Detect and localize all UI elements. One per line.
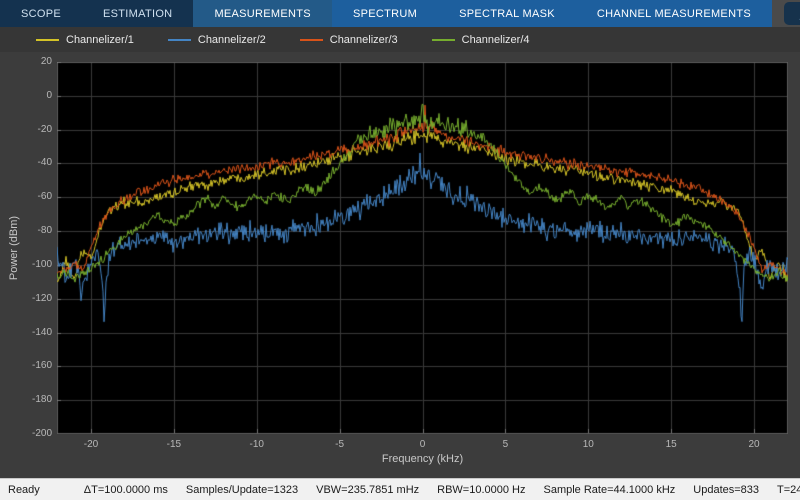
plot-axes[interactable]	[57, 62, 788, 434]
legend-swatch	[36, 39, 59, 41]
x-tick-label: -10	[237, 439, 277, 451]
legend-label: Channelizer/1	[66, 34, 134, 46]
x-tick-label: 0	[403, 439, 443, 451]
legend-bar: Channelizer/1 Channelizer/2 Channelizer/3 C…	[0, 27, 800, 52]
plot-region: Power (dBm) 200-20-40-60-80-100-120-140-…	[0, 52, 800, 478]
legend-label: Channelizer/3	[330, 34, 398, 46]
status-item: Sample Rate=44.1000 kHz	[544, 484, 676, 496]
status-item: Samples/Update=1323	[186, 484, 298, 496]
y-tick-label: -180	[0, 394, 52, 406]
status-bar: Ready ΔT=100.0000 ms Samples/Update=1323 VB…	[0, 478, 800, 500]
y-tick-label: -40	[0, 157, 52, 169]
tab-group: SCOPEESTIMATIONMEASUREMENTSSPECTRUMSPECT…	[0, 0, 772, 27]
legend-label: Channelizer/4	[462, 34, 530, 46]
x-tick-label: 15	[651, 439, 691, 451]
tab-estimation[interactable]: ESTIMATION	[82, 0, 193, 27]
x-tick-label: -5	[320, 439, 360, 451]
toolbar-icon-pill: …	[784, 2, 800, 25]
status-item: VBW=235.7851 mHz	[316, 484, 419, 496]
x-axis-label: Frequency (kHz)	[57, 453, 788, 465]
toolbar-icon-zone: …	[772, 0, 800, 27]
y-tick-label: -20	[0, 124, 52, 136]
tab-scope[interactable]: SCOPE	[0, 0, 82, 27]
x-tick-label: 10	[568, 439, 608, 451]
tab-channel-measurements[interactable]: CHANNEL MEASUREMENTS	[576, 0, 772, 27]
y-tick-label: -200	[0, 428, 52, 440]
legend-item[interactable]: Channelizer/3	[300, 34, 398, 46]
status-item: Updates=833	[693, 484, 759, 496]
y-tick-label: -120	[0, 293, 52, 305]
y-tick-label: -160	[0, 360, 52, 372]
status-item: RBW=10.0000 Hz	[437, 484, 525, 496]
toolstrip-tabbar: SCOPEESTIMATIONMEASUREMENTSSPECTRUMSPECT…	[0, 0, 800, 27]
y-tick-label: -60	[0, 191, 52, 203]
x-tick-label: 5	[485, 439, 525, 451]
status-item: Ready	[8, 484, 40, 496]
legend-item[interactable]: Channelizer/4	[432, 34, 530, 46]
y-tick-label: -140	[0, 327, 52, 339]
tab-measurements[interactable]: MEASUREMENTS	[193, 0, 332, 27]
tab-spectrum[interactable]: SPECTRUM	[332, 0, 438, 27]
legend-item[interactable]: Channelizer/1	[36, 34, 134, 46]
y-tick-label: 0	[0, 90, 52, 102]
tab-spectral-mask[interactable]: SPECTRAL MASK	[438, 0, 576, 27]
legend-label: Channelizer/2	[198, 34, 266, 46]
legend-item[interactable]: Channelizer/2	[168, 34, 266, 46]
legend-swatch	[300, 39, 323, 41]
legend-swatch	[432, 39, 455, 41]
x-tick-label: -20	[71, 439, 111, 451]
x-tick-label: 20	[734, 439, 774, 451]
y-tick-label: 20	[0, 56, 52, 68]
status-item: T=24.984	[777, 484, 800, 496]
y-tick-label: -80	[0, 225, 52, 237]
y-tick-label: -100	[0, 259, 52, 271]
legend-swatch	[168, 39, 191, 41]
spectrum-canvas[interactable]	[57, 62, 788, 434]
x-tick-label: -15	[154, 439, 194, 451]
status-item: ΔT=100.0000 ms	[84, 484, 168, 496]
